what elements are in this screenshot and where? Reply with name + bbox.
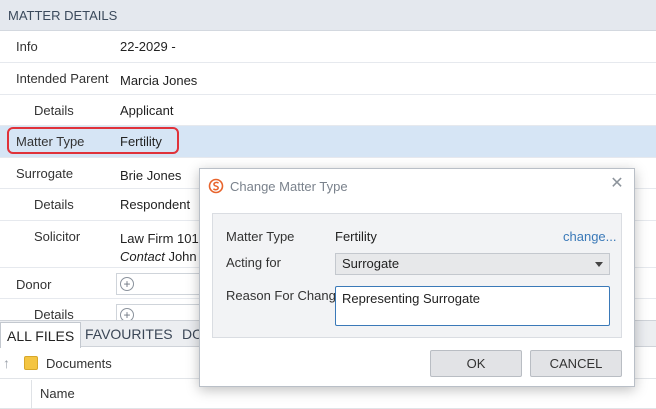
change-matter-type-dialog: Change Matter Type ✕ Matter Type Fertili… bbox=[199, 168, 635, 387]
acting-for-selected-value: Surrogate bbox=[342, 256, 400, 271]
detail-value: 22-2029 - bbox=[120, 39, 176, 54]
cancel-button[interactable]: CANCEL bbox=[530, 350, 622, 377]
tab-all-files[interactable]: ALL FILES bbox=[0, 322, 82, 348]
detail-label: Surrogate bbox=[16, 166, 74, 181]
detail-label: Info bbox=[16, 39, 38, 54]
detail-value: Applicant bbox=[120, 103, 174, 118]
contact-label: Contact bbox=[120, 249, 165, 264]
detail-label: Details bbox=[34, 307, 74, 320]
detail-label: Details bbox=[34, 197, 74, 212]
folder-icon bbox=[24, 356, 38, 370]
donor-add-field[interactable]: + bbox=[116, 273, 206, 295]
plus-circle-icon[interactable]: + bbox=[120, 277, 134, 291]
acting-for-select[interactable]: Surrogate bbox=[335, 253, 610, 275]
donor-details-add-field[interactable]: + bbox=[116, 304, 206, 322]
column-name-header[interactable]: Name bbox=[40, 386, 75, 401]
reason-for-change-label: Reason For Change bbox=[226, 288, 344, 303]
reason-for-change-input[interactable]: Representing Surrogate bbox=[335, 286, 610, 326]
detail-value: Law Firm 101 bbox=[120, 231, 199, 246]
matter-type-value: Fertility bbox=[335, 229, 377, 244]
detail-label: Solicitor bbox=[34, 229, 81, 244]
detail-row-parent-details[interactable]: Details Applicant bbox=[0, 95, 656, 126]
change-link[interactable]: change... bbox=[563, 229, 617, 244]
detail-label: Donor bbox=[16, 277, 52, 292]
chevron-down-icon bbox=[595, 262, 603, 267]
detail-value: Marcia Jones bbox=[120, 73, 198, 88]
ok-button[interactable]: OK bbox=[430, 350, 522, 377]
breadcrumb[interactable]: Documents bbox=[46, 356, 112, 371]
detail-label: Details bbox=[34, 103, 74, 118]
dialog-title: Change Matter Type bbox=[230, 179, 348, 194]
detail-row-info[interactable]: Info 22-2029 - bbox=[0, 31, 656, 63]
detail-row-intended-parent[interactable]: Intended Parent Marcia Jones bbox=[0, 63, 656, 95]
detail-value: Brie Jones bbox=[120, 168, 182, 183]
acting-for-label: Acting for bbox=[226, 255, 281, 270]
column-divider[interactable] bbox=[31, 380, 32, 409]
matter-details-header: MATTER DETAILS bbox=[0, 0, 656, 31]
highlight-annotation bbox=[7, 127, 179, 154]
detail-label: Intended Parent bbox=[16, 71, 109, 86]
app-logo-icon bbox=[208, 178, 224, 194]
contact-value: John bbox=[168, 249, 197, 264]
solicitor-contact: Contact John bbox=[120, 249, 197, 264]
detail-value: Respondent bbox=[120, 197, 191, 212]
close-icon[interactable]: ✕ bbox=[609, 176, 625, 192]
dialog-form: Matter Type Fertility change... Acting f… bbox=[212, 213, 622, 338]
matter-type-label: Matter Type bbox=[226, 229, 295, 244]
up-arrow-icon[interactable]: ↑ bbox=[3, 355, 10, 371]
tab-favourites[interactable]: FAVOURITES bbox=[79, 321, 179, 347]
